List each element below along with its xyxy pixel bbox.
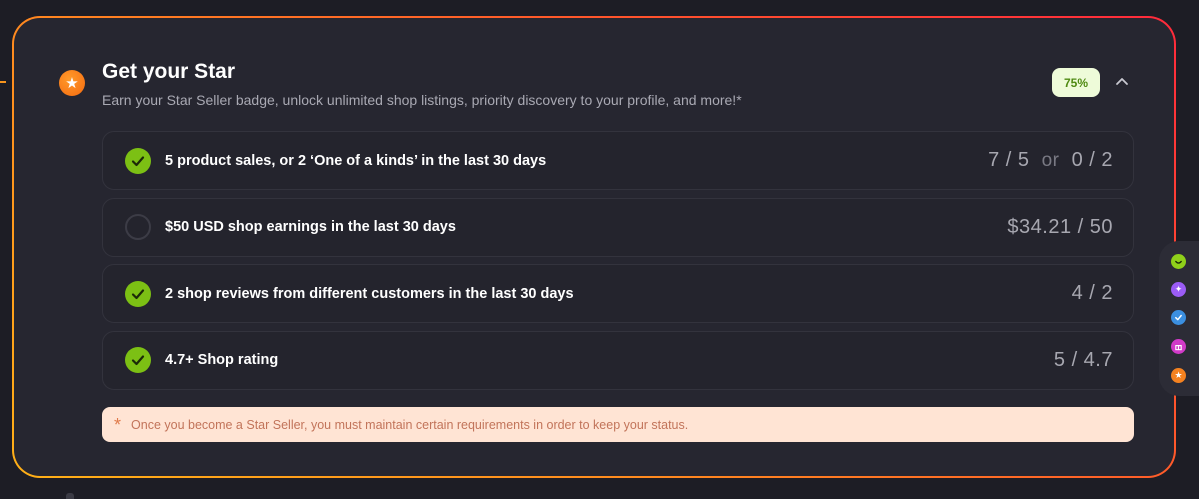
check-icon[interactable]	[1171, 310, 1186, 325]
card-title: Get your Star	[102, 60, 236, 83]
bottom-edge-mark	[66, 493, 74, 499]
gift-icon[interactable]	[1171, 339, 1186, 354]
left-edge-accent	[0, 81, 6, 83]
star-icon[interactable]: ★	[1171, 368, 1186, 383]
chevron-up-icon[interactable]	[1112, 72, 1132, 92]
asterisk-icon: *	[114, 414, 122, 435]
star-seller-card-border: ★ Get your Star Earn your Star Seller ba…	[12, 16, 1176, 478]
requirement-label: 4.7+ Shop rating	[165, 352, 279, 368]
requirements-list: 5 product sales, or 2 ‘One of a kinds’ i…	[102, 131, 1134, 397]
requirement-label: 2 shop reviews from different customers …	[165, 285, 574, 302]
requirement-row-earnings: $50 USD shop earnings in the last 30 day…	[102, 197, 1134, 257]
requirement-row-sales: 5 product sales, or 2 ‘One of a kinds’ i…	[102, 131, 1134, 190]
requirement-value: 4 / 2	[1071, 282, 1113, 304]
requirement-row-reviews: 2 shop reviews from different customers …	[102, 264, 1134, 323]
requirement-value-sales: 7 / 5	[988, 149, 1030, 171]
sparkle-icon[interactable]: ✦	[1171, 282, 1186, 297]
check-done-icon	[125, 280, 151, 307]
requirement-label: 5 product sales, or 2 ‘One of a kinds’ i…	[165, 152, 547, 169]
note-text: Once you become a Star Seller, you must …	[131, 417, 689, 432]
requirement-row-rating: 4.7+ Shop rating 5 / 4.7	[102, 330, 1134, 390]
requirements-note: * Once you become a Star Seller, you mus…	[102, 407, 1134, 442]
check-done-icon	[125, 147, 151, 174]
progress-badge: 75%	[1052, 68, 1100, 97]
star-seller-card: ★ Get your Star Earn your Star Seller ba…	[14, 18, 1174, 476]
smile-icon[interactable]	[1171, 254, 1186, 269]
requirement-value: $34.21 / 50	[1007, 215, 1113, 238]
card-subtitle: Earn your Star Seller badge, unlock unli…	[102, 92, 742, 108]
requirement-or: or	[1041, 150, 1060, 171]
requirement-value-ooak: 0 / 2	[1071, 149, 1113, 171]
star-icon: ★	[59, 70, 85, 96]
star-seller-page: ★ Get your Star Earn your Star Seller ba…	[0, 0, 1199, 499]
requirement-value: 5 / 4.7	[1053, 348, 1113, 371]
requirement-value: 7 / 5 or 0 / 2	[988, 149, 1113, 172]
requirement-label: $50 USD shop earnings in the last 30 day…	[165, 219, 456, 235]
check-empty-icon	[125, 214, 151, 240]
check-done-icon	[125, 347, 151, 373]
